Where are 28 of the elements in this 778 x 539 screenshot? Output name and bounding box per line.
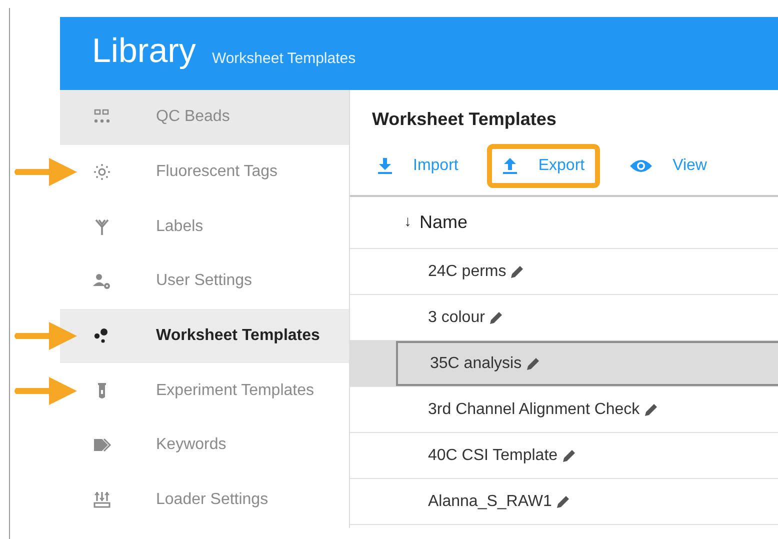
template-name: 3 colour	[428, 308, 485, 328]
page-subtitle: Worksheet Templates	[212, 51, 356, 68]
table-row[interactable]: 35C analysis	[396, 341, 778, 386]
download-icon	[377, 157, 393, 175]
sort-arrow[interactable]: ↓	[404, 211, 412, 234]
sidebar-item[interactable]: QC Beads	[60, 90, 349, 145]
section-title: Worksheet Templates	[372, 108, 556, 131]
table-row[interactable]: 3 colour	[396, 295, 778, 340]
template-name: Alanna_S_RAW1	[428, 492, 552, 512]
table-row[interactable]: 3rd Channel Alignment Check	[396, 387, 778, 432]
toolbar-button[interactable]: Import	[372, 144, 474, 188]
user-settings-icon	[92, 271, 112, 292]
table-row[interactable]: 24C perms	[396, 249, 778, 294]
toolbar-button[interactable]: View	[614, 144, 722, 188]
template-name: 24C perms	[428, 262, 506, 282]
table-row[interactable]: 40C CSI Template	[396, 433, 778, 478]
column-header[interactable]: Name	[420, 209, 468, 236]
loader-icon	[92, 490, 112, 510]
page-title: Library	[92, 34, 196, 68]
template-name: 40C CSI Template	[428, 446, 558, 466]
toolbar-button[interactable]: Export	[487, 144, 600, 188]
template-name: 3rd Channel Alignment Check	[428, 400, 640, 420]
table-row[interactable]: Alanna_S_RAW1	[396, 479, 778, 524]
upload-icon	[502, 157, 518, 175]
template-name: 35C analysis	[430, 354, 522, 374]
sun-icon	[92, 162, 112, 182]
eye-icon	[628, 158, 653, 174]
sidebar-item[interactable]: Worksheet Templates	[60, 308, 349, 364]
